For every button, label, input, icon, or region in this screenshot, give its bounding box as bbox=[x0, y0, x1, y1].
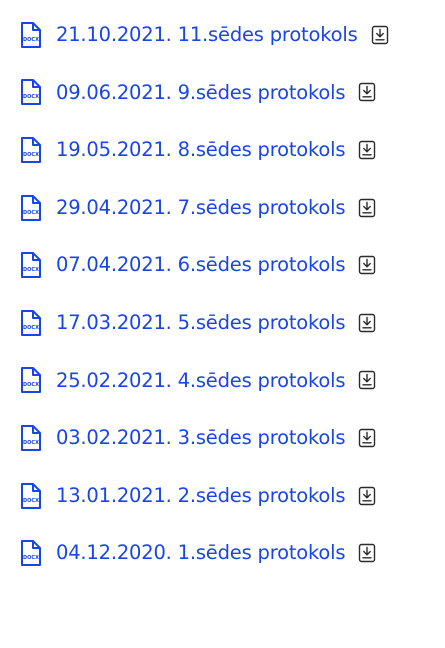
document-list-item: DOCX 07.04.2021. 6.sēdes protokols bbox=[20, 236, 389, 294]
document-title: 07.04.2021. 6.sēdes protokols bbox=[56, 253, 346, 277]
file-type-label: DOCX bbox=[23, 325, 39, 331]
download-icon[interactable] bbox=[358, 140, 376, 160]
document-link[interactable]: 19.05.2021. 8.sēdes protokols bbox=[56, 140, 376, 160]
document-list-item: DOCX 17.03.2021. 5.sēdes protokols bbox=[20, 294, 389, 352]
file-type-label: DOCX bbox=[23, 382, 39, 388]
document-link[interactable]: 25.02.2021. 4.sēdes protokols bbox=[56, 370, 376, 390]
docx-file-icon: DOCX bbox=[21, 194, 41, 221]
document-title: 03.02.2021. 3.sēdes protokols bbox=[56, 426, 346, 450]
document-title: 25.02.2021. 4.sēdes protokols bbox=[56, 368, 346, 392]
docx-file-icon: DOCX bbox=[21, 136, 41, 163]
docx-file-icon: DOCX bbox=[21, 367, 41, 394]
document-list-item: DOCX 25.02.2021. 4.sēdes protokols bbox=[20, 352, 389, 410]
document-link[interactable]: 13.01.2021. 2.sēdes protokols bbox=[56, 486, 376, 506]
file-type-label: DOCX bbox=[23, 498, 39, 504]
document-title: 21.10.2021. 11.sēdes protokols bbox=[56, 23, 358, 47]
document-list-item: DOCX 03.02.2021. 3.sēdes protokols bbox=[20, 409, 389, 467]
document-list-item: DOCX 19.05.2021. 8.sēdes protokols bbox=[20, 121, 389, 179]
document-list-item: DOCX 09.06.2021. 9.sēdes protokols bbox=[20, 64, 389, 122]
download-icon[interactable] bbox=[371, 25, 389, 45]
document-list-item: DOCX 21.10.2021. 11.sēdes protokols bbox=[20, 6, 389, 64]
document-link[interactable]: 04.12.2020. 1.sēdes protokols bbox=[56, 543, 376, 563]
file-type-label: DOCX bbox=[23, 267, 39, 273]
document-title: 17.03.2021. 5.sēdes protokols bbox=[56, 311, 346, 335]
document-list-item: DOCX 04.12.2020. 1.sēdes protokols bbox=[20, 524, 389, 582]
document-list-item: DOCX 29.04.2021. 7.sēdes protokols bbox=[20, 179, 389, 237]
docx-file-icon: DOCX bbox=[21, 21, 41, 48]
file-type-label: DOCX bbox=[23, 440, 39, 446]
docx-file-icon: DOCX bbox=[21, 252, 41, 279]
download-icon[interactable] bbox=[358, 255, 376, 275]
download-icon[interactable] bbox=[358, 486, 376, 506]
file-type-label: DOCX bbox=[23, 94, 39, 100]
docx-file-icon: DOCX bbox=[21, 309, 41, 336]
document-link[interactable]: 17.03.2021. 5.sēdes protokols bbox=[56, 313, 376, 333]
file-type-label: DOCX bbox=[23, 210, 39, 216]
docx-file-icon: DOCX bbox=[21, 424, 41, 451]
document-list-item: DOCX 13.01.2021. 2.sēdes protokols bbox=[20, 467, 389, 525]
file-type-label: DOCX bbox=[23, 152, 39, 158]
document-title: 13.01.2021. 2.sēdes protokols bbox=[56, 483, 346, 507]
download-icon[interactable] bbox=[358, 82, 376, 102]
docx-file-icon: DOCX bbox=[21, 79, 41, 106]
document-link[interactable]: 29.04.2021. 7.sēdes protokols bbox=[56, 198, 376, 218]
document-title: 19.05.2021. 8.sēdes protokols bbox=[56, 138, 346, 162]
file-type-label: DOCX bbox=[23, 37, 39, 43]
document-list: DOCX 21.10.2021. 11.sēdes protokols DOCX 09… bbox=[20, 6, 389, 582]
file-type-label: DOCX bbox=[23, 555, 39, 561]
document-link[interactable]: 03.02.2021. 3.sēdes protokols bbox=[56, 428, 376, 448]
download-icon[interactable] bbox=[358, 313, 376, 333]
docx-file-icon: DOCX bbox=[21, 540, 41, 567]
document-link[interactable]: 21.10.2021. 11.sēdes protokols bbox=[56, 25, 389, 45]
document-link[interactable]: 07.04.2021. 6.sēdes protokols bbox=[56, 255, 376, 275]
download-icon[interactable] bbox=[358, 428, 376, 448]
download-icon[interactable] bbox=[358, 198, 376, 218]
document-title: 09.06.2021. 9.sēdes protokols bbox=[56, 80, 346, 104]
document-title: 29.04.2021. 7.sēdes protokols bbox=[56, 195, 346, 219]
document-title: 04.12.2020. 1.sēdes protokols bbox=[56, 541, 346, 565]
download-icon[interactable] bbox=[358, 543, 376, 563]
docx-file-icon: DOCX bbox=[21, 482, 41, 509]
download-icon[interactable] bbox=[358, 370, 376, 390]
document-link[interactable]: 09.06.2021. 9.sēdes protokols bbox=[56, 82, 376, 102]
